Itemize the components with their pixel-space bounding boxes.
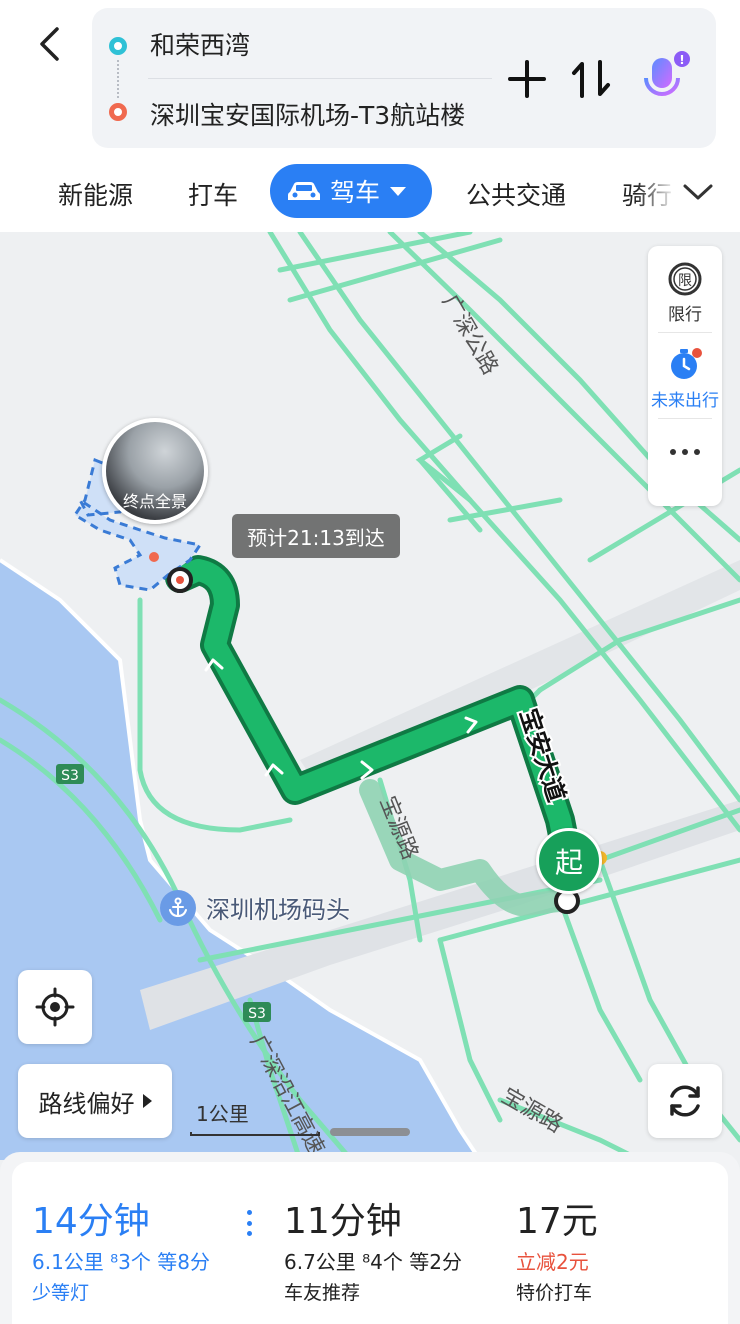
route-plan-2[interactable]: 11分钟 6.7公里 ⁸4个 等2分 车友推荐 <box>284 1162 504 1312</box>
microphone-icon: ! <box>644 51 690 104</box>
restriction-badge-text: 限 <box>678 273 692 289</box>
plan-2-detail: 6.7公里 ⁸4个 等2分 <box>284 1250 462 1274</box>
swap-route-button[interactable] <box>568 56 614 102</box>
future-trip-button[interactable]: 未来出行 <box>648 346 722 411</box>
highway-shield-s3: S3 <box>56 764 84 784</box>
route-options-sheet: 14分钟 6.1公里 ⁸3个 等8分 少等灯 11分钟 6.7公里 ⁸4个 等2… <box>0 1152 740 1324</box>
plan-2-tag: 车友推荐 <box>284 1282 361 1304</box>
future-trip-label: 未来出行 <box>651 391 719 411</box>
chevron-down-icon <box>683 184 713 200</box>
map-side-panel: 限 限行 未来出行 <box>648 246 722 506</box>
plan-3-discount: 立减2元 <box>516 1250 589 1274</box>
car-icon <box>288 182 320 200</box>
stopwatch-icon <box>671 348 702 379</box>
restriction-icon: 限 <box>668 262 702 296</box>
back-button[interactable] <box>28 20 72 68</box>
plus-icon <box>508 60 546 98</box>
route-preference-button[interactable]: 路线偏好 <box>18 1064 172 1138</box>
more-dots-icon <box>670 449 700 455</box>
start-badge: 起 <box>536 828 602 894</box>
caret-down-icon <box>390 186 407 196</box>
tab-transit[interactable]: 公共交通 <box>466 176 566 212</box>
plan-1-time: 14分钟 <box>32 1201 150 1242</box>
refresh-route-button[interactable] <box>648 1064 722 1138</box>
route-connector <box>117 60 119 98</box>
eta-tag: 预计21:13到达 <box>232 514 400 558</box>
scale-label: 1公里 <box>196 1102 249 1126</box>
divider <box>658 332 712 333</box>
route-options-card: 14分钟 6.1公里 ⁸3个 等8分 少等灯 11分钟 6.7公里 ⁸4个 等2… <box>12 1162 728 1324</box>
route-plan-taxi[interactable]: 17元 立减2元 特价打车 <box>516 1162 716 1312</box>
scale-bar <box>190 1132 320 1136</box>
route-plan-1[interactable]: 14分钟 6.1公里 ⁸3个 等8分 少等灯 <box>12 1162 268 1312</box>
plan-3-price: 17元 <box>516 1201 598 1242</box>
anchor-icon <box>160 890 196 926</box>
tab-drive-label: 驾车 <box>330 178 381 207</box>
anchor-glyph-icon <box>169 897 187 918</box>
tab-drive[interactable]: 驾车 <box>270 164 432 218</box>
add-waypoint-button[interactable] <box>504 56 550 102</box>
tab-taxi[interactable]: 打车 <box>188 176 238 212</box>
destination-field[interactable]: 深圳宝安国际机场-T3航站楼 <box>150 96 465 132</box>
panorama-label: 终点全景 <box>122 492 187 511</box>
plan-1-more-icon[interactable] <box>245 1210 253 1236</box>
more-button[interactable] <box>648 442 722 462</box>
place-label-airport-pier[interactable]: 深圳机场码头 <box>206 890 350 925</box>
chevron-left-icon <box>40 27 59 61</box>
plan-1-detail: 6.1公里 ⁸3个 等8分 <box>32 1250 210 1274</box>
caret-right-icon <box>142 1094 152 1108</box>
plan-2-time: 11分钟 <box>284 1201 402 1242</box>
top-bar: 和荣西湾 深圳宝安国际机场-T3航站楼 ! <box>0 0 740 158</box>
crosshair-icon <box>35 987 75 1027</box>
tab-fade <box>636 158 676 232</box>
plan-3-tag: 特价打车 <box>516 1282 593 1304</box>
origin-field[interactable]: 和荣西湾 <box>150 26 250 62</box>
origin-dot-icon <box>109 37 127 55</box>
voice-assistant-button[interactable]: ! <box>638 48 694 108</box>
svg-text:!: ! <box>679 53 684 67</box>
refresh-icon <box>670 1085 700 1117</box>
destination-panorama[interactable]: 终点全景 <box>102 418 208 524</box>
sheet-drag-handle[interactable] <box>330 1128 410 1136</box>
transport-mode-tabs: 新能源 打车 驾车 公共交通 骑行 <box>0 158 740 232</box>
highway-shield-s3-b-text: S3 <box>248 1006 266 1022</box>
divider <box>148 78 492 79</box>
divider <box>658 418 712 419</box>
route-input-card: 和荣西湾 深圳宝安国际机场-T3航站楼 ! <box>92 8 716 148</box>
swap-icon <box>572 60 610 98</box>
locate-me-button[interactable] <box>18 970 92 1044</box>
more-modes-button[interactable] <box>672 170 724 214</box>
highway-shield-s3-b: S3 <box>243 1002 271 1022</box>
route-preference-label: 路线偏好 <box>38 1089 135 1118</box>
highway-shield-s3-a: S3 <box>61 768 79 784</box>
restriction-button[interactable]: 限 限行 <box>648 262 722 325</box>
plan-1-tag: 少等灯 <box>32 1282 90 1304</box>
restriction-label: 限行 <box>668 305 702 325</box>
destination-dot-icon <box>109 103 127 121</box>
tab-new-energy[interactable]: 新能源 <box>58 176 133 212</box>
